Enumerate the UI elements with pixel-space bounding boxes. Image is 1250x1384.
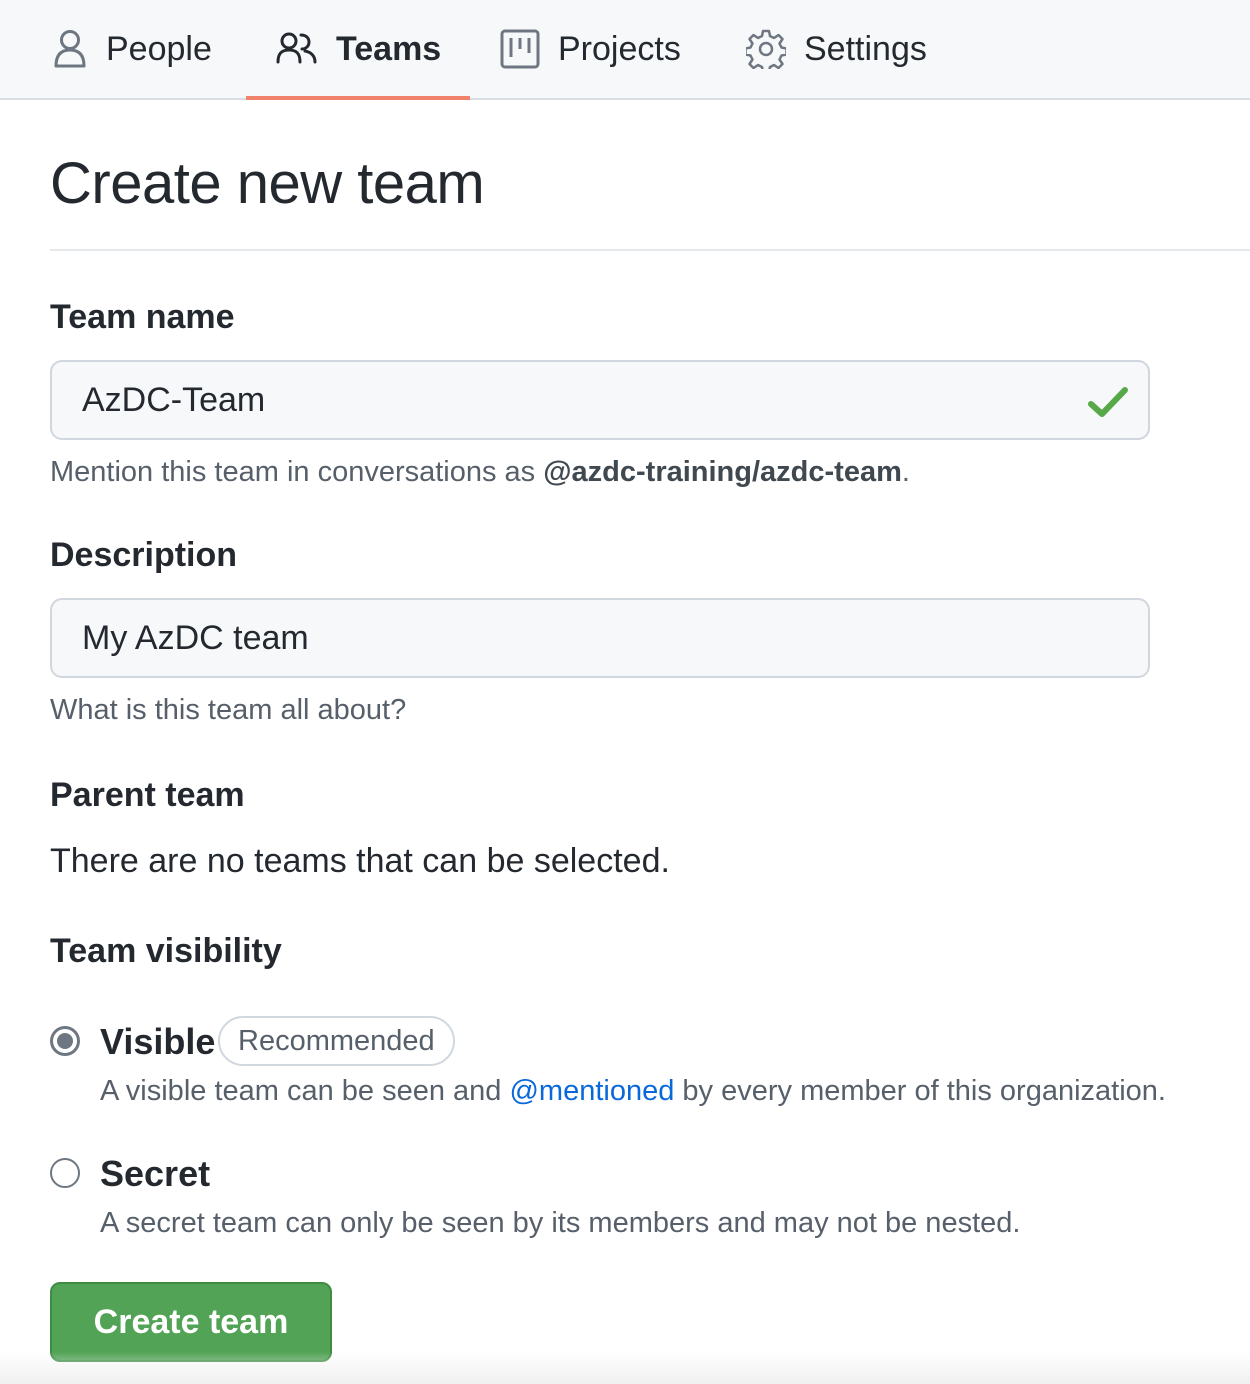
desc-text-suffix: by every member of this organization. — [674, 1075, 1166, 1107]
secret-option-description: A secret team can only be seen by its me… — [100, 1207, 1021, 1239]
check-icon — [1088, 382, 1128, 422]
description-input[interactable] — [82, 618, 1118, 658]
tab-label: People — [106, 29, 212, 68]
hint-suffix: . — [901, 456, 910, 488]
org-nav: People Teams Projects Settings — [0, 0, 1250, 100]
tab-settings[interactable]: Settings — [746, 0, 927, 98]
description-label: Description — [50, 536, 238, 574]
mentioned-link[interactable]: @mentioned — [509, 1075, 674, 1107]
tab-people[interactable]: People — [52, 0, 212, 98]
description-hint: What is this team all about? — [50, 694, 407, 726]
visible-option-description: A visible team can be seen and @mentione… — [100, 1075, 1166, 1108]
visible-radio[interactable] — [50, 1026, 80, 1056]
team-mention-handle: @azdc-training/azdc-team — [543, 456, 902, 488]
hint-text: Mention this team in conversations as — [50, 456, 544, 488]
parent-team-empty-text: There are no teams that can be selected. — [50, 842, 670, 880]
team-visibility-label: Team visibility — [50, 932, 282, 970]
bottom-edge-shadow — [0, 1352, 1250, 1384]
people-icon — [276, 31, 318, 67]
desc-text: A visible team can be seen and — [100, 1075, 510, 1107]
page-title: Create new team — [50, 151, 485, 216]
tab-label: Teams — [336, 29, 442, 68]
team-name-input[interactable] — [82, 380, 1118, 420]
team-name-field-wrapper — [50, 360, 1150, 440]
team-name-label: Team name — [50, 298, 235, 336]
active-tab-indicator — [246, 96, 470, 100]
badge-label: Recommended — [238, 1024, 435, 1057]
parent-team-label: Parent team — [50, 776, 245, 814]
recommended-badge: Recommended — [218, 1016, 455, 1066]
divider — [50, 249, 1250, 251]
tab-teams[interactable]: Teams — [276, 0, 441, 98]
visible-option-title[interactable]: Visible — [100, 1021, 215, 1063]
team-mention-hint: Mention this team in conversations as @a… — [50, 456, 910, 489]
create-team-button[interactable]: Create team — [50, 1282, 332, 1362]
person-icon — [52, 29, 88, 69]
project-board-icon — [500, 29, 540, 69]
tab-label: Projects — [558, 29, 681, 68]
secret-radio[interactable] — [50, 1158, 80, 1188]
gear-icon — [746, 29, 786, 69]
secret-option-title[interactable]: Secret — [100, 1153, 210, 1195]
tab-label: Settings — [804, 29, 927, 68]
description-field-wrapper — [50, 598, 1150, 678]
tab-projects[interactable]: Projects — [500, 0, 681, 98]
